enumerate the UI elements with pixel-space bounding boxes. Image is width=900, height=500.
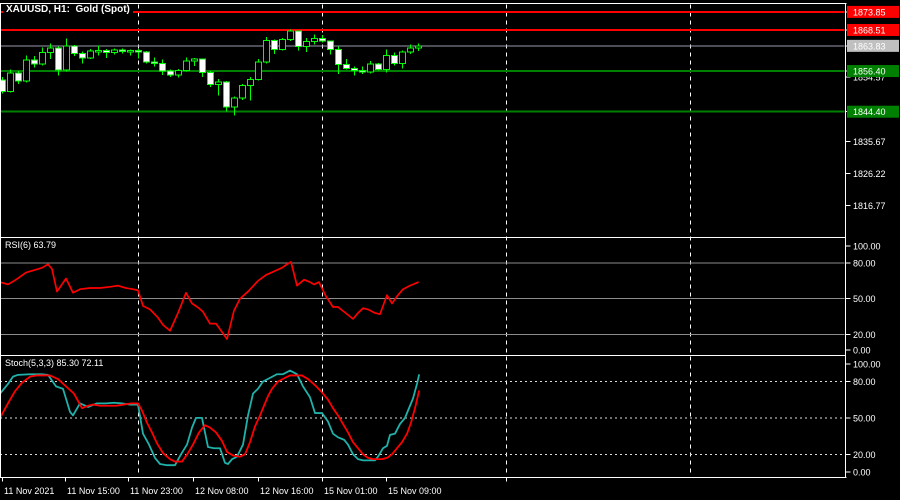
candle-body-bull — [415, 45, 422, 49]
candle-body-bull — [127, 50, 134, 53]
indicator-scale-label: 20.00 — [853, 450, 876, 460]
candle-body-bull — [399, 51, 406, 65]
candle-body-bear — [119, 49, 126, 53]
indicator-scale-label: 80.00 — [853, 377, 876, 387]
rsi-line — [0, 261, 419, 340]
candle-body-bear — [143, 51, 150, 63]
candle-body-bear — [71, 45, 78, 54]
candle-body-bear — [151, 61, 158, 65]
candle-body-bull — [407, 47, 414, 53]
price-scale-label: 1826.22 — [853, 169, 886, 179]
price-line-label: 1844.40 — [853, 107, 886, 117]
time-axis-label: 11 Nov 2021 — [4, 486, 54, 496]
candle-body-bear — [31, 59, 38, 65]
candle-body-bull — [23, 59, 30, 82]
candle-body-bull — [287, 30, 294, 41]
candle-body-bear — [55, 47, 62, 71]
indicator-scale-label: 80.00 — [853, 259, 876, 269]
candle-body-bull — [383, 54, 390, 70]
indicator-scale-label: 0.00 — [853, 468, 871, 478]
candle-body-bear — [199, 58, 206, 74]
candle-body-bull — [311, 38, 318, 43]
candle-body-bull — [183, 60, 190, 72]
candle-body-bull — [279, 39, 286, 51]
candle-body-bull — [47, 47, 54, 54]
indicator-scale-label: 100.00 — [853, 360, 881, 370]
candle-body-bull — [215, 81, 222, 86]
candle-body-bear — [135, 50, 142, 53]
time-axis-label: 15 Nov 09:00 — [388, 486, 442, 496]
candle-body-bear — [327, 40, 334, 51]
candle-body-bear — [167, 70, 174, 76]
candle-body-bear — [103, 49, 110, 53]
candle-body-bull — [175, 70, 182, 76]
time-axis-label: 11 Nov 23:00 — [130, 486, 183, 496]
candle-body-bear — [391, 54, 398, 65]
candle-body-bull — [63, 45, 70, 71]
time-axis-label: 12 Nov 08:00 — [195, 486, 249, 496]
candle-body-bull — [39, 52, 46, 65]
time-axis-label: 12 Nov 16:00 — [260, 486, 314, 496]
candle-body-bull — [255, 61, 262, 81]
candle-body-bear — [343, 64, 350, 69]
indicator-scale-label: 100.00 — [853, 242, 881, 252]
candle-body-bull — [7, 72, 14, 93]
mt4-chart-window[interactable]: 1854.57 1835.67 1826.22 1816.77 1873.85 1868.… — [0, 0, 900, 500]
candle-body-bear — [207, 72, 214, 86]
rsi-indicator-label: RSI(6) 63.79 — [3, 240, 59, 250]
price-line-label: 1863.83 — [853, 41, 886, 51]
candle-body-bear — [359, 69, 366, 73]
candle-body-bear — [375, 63, 382, 70]
candle-body-bull — [87, 50, 94, 59]
chart-symbol-title: XAUUSD, H1: Gold (Spot) — [3, 4, 133, 15]
candle-body-bear — [351, 67, 358, 71]
indicator-scale-label: 0.00 — [853, 346, 871, 356]
chart-canvas[interactable]: 1854.571835.671826.221816.771873.851868.… — [0, 0, 900, 500]
candle-body-bear — [79, 52, 86, 59]
candle-body-bull — [303, 41, 310, 48]
price-line-label: 1856.40 — [853, 67, 886, 77]
candle-body-bull — [231, 97, 238, 108]
price-line-label: 1873.85 — [853, 7, 886, 17]
time-axis-label: 15 Nov 01:00 — [324, 486, 378, 496]
candle-body-bull — [239, 84, 246, 99]
indicator-scale-label: 50.00 — [853, 413, 876, 423]
indicator-scale-label: 20.00 — [853, 330, 876, 340]
candle-body-bear — [295, 30, 302, 48]
candle-body-bear — [271, 40, 278, 51]
candle-body-bear — [159, 63, 166, 72]
candle-body-bull — [111, 49, 118, 53]
price-scale-label: 1835.67 — [853, 137, 886, 147]
stoch-indicator-label: Stoch(5,3,3) 85.30 72.11 — [3, 358, 106, 368]
price-scale-label: 1816.77 — [853, 201, 886, 211]
candle-body-bear — [335, 49, 342, 66]
candle-body-bull — [95, 49, 102, 53]
candle-body-bull — [191, 58, 198, 62]
candle-body-bear — [319, 38, 326, 42]
price-line-label: 1868.51 — [853, 26, 886, 36]
candle-body-bear — [223, 81, 230, 108]
candle-body-bull — [247, 79, 254, 86]
candle-body-bull — [367, 63, 374, 73]
time-axis-label: 11 Nov 15:00 — [67, 486, 120, 496]
indicator-scale-label: 50.00 — [853, 294, 876, 304]
candle-body-bull — [263, 40, 270, 63]
candle-body-bear — [15, 72, 22, 82]
